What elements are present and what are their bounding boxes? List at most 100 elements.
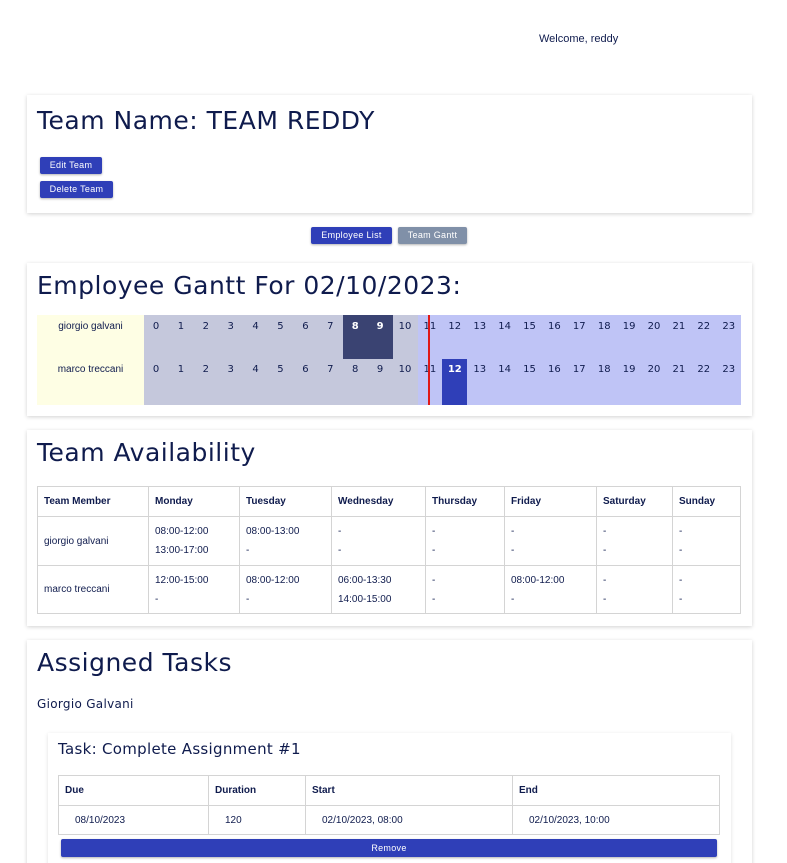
gantt-hour-label: 22 — [697, 364, 711, 375]
gantt-busy-hour-label: 12 — [447, 364, 462, 375]
table-row: giorgio galvani 08:00-12:00 13:00-17:00 0… — [37, 516, 741, 566]
gantt-hour-label: 0 — [152, 364, 160, 375]
welcome-text: Welcome, reddy — [539, 33, 619, 45]
gantt-hour-label: 1 — [177, 364, 185, 375]
gantt-hour-label: 13 — [473, 321, 487, 332]
gantt-hour-label: 13 — [473, 364, 487, 375]
gantt-card: Employee Gantt For 02/10/2023: giorgio g… — [27, 263, 752, 416]
gantt-names-column: giorgio galvani marco treccani — [37, 315, 144, 405]
gantt-hour-label: 12 — [448, 321, 462, 332]
gantt-hour-label: 19 — [622, 321, 636, 332]
gantt-hour-label: 3 — [227, 364, 234, 375]
gantt-hour-label: 17 — [572, 321, 586, 332]
gantt-busy-block: 8 — [342, 315, 368, 359]
slot: - — [432, 526, 436, 537]
gantt-hour-label: 16 — [548, 364, 561, 375]
gantt-hour-label: 3 — [227, 321, 234, 332]
col-duration: Duration — [208, 775, 306, 806]
gantt-hour-label: 5 — [277, 364, 284, 375]
team-gantt-button[interactable]: Team Gantt — [398, 227, 467, 244]
gantt-hour-label: 16 — [548, 321, 561, 332]
task-card: Task: Complete Assignment #1 Due Duratio… — [48, 733, 731, 863]
slot: - — [246, 545, 250, 556]
gantt-hour-label: 22 — [697, 321, 711, 332]
col-sunday: Sunday — [672, 486, 741, 517]
slot: - — [603, 526, 607, 537]
col-due: Due — [58, 775, 209, 806]
gantt-hour-label: 14 — [498, 321, 511, 332]
slot: - — [511, 526, 515, 537]
delete-team-button[interactable]: Delete Team — [40, 181, 113, 198]
task-table: Due Duration Start End 08/10/2023 120 02… — [58, 775, 720, 835]
edit-team-button[interactable]: Edit Team — [40, 157, 102, 174]
slot: 08:00-12:00 — [511, 574, 565, 586]
gantt-hour-label: 21 — [672, 364, 686, 375]
task-due: 08/10/2023 — [58, 805, 209, 835]
gantt-hour-label: 7 — [327, 364, 334, 375]
slot: 06:00-13:30 — [338, 574, 392, 586]
gantt-hour-label: 10 — [398, 321, 412, 332]
gantt-hour-label: 7 — [327, 321, 334, 332]
slot: - — [679, 526, 683, 537]
availability-header-row: Team Member Monday Tuesday Wednesday Thu… — [37, 486, 741, 517]
gantt-hour-label: 20 — [647, 321, 661, 332]
assigned-tasks-title: Assigned Tasks — [37, 648, 232, 677]
availability-card: Team Availability Team Member Monday Tue… — [27, 430, 752, 626]
slot: - — [246, 593, 250, 605]
slot: - — [338, 526, 342, 537]
gantt-hour-label: 14 — [498, 364, 511, 375]
gantt-hour-label: 23 — [722, 321, 736, 332]
gantt-hour-label: 4 — [252, 364, 259, 375]
task-header-row: Due Duration Start End — [58, 775, 720, 806]
col-saturday: Saturday — [596, 486, 673, 517]
col-friday: Friday — [504, 486, 597, 517]
gantt-busy-block: 12 — [442, 359, 468, 405]
employee-list-button[interactable]: Employee List — [311, 227, 392, 244]
gantt-current-time-line — [428, 315, 430, 405]
slot: 08:00-12:00 — [246, 574, 300, 586]
slot: 08:00-13:00 — [246, 526, 300, 537]
slot: 14:00-15:00 — [338, 593, 392, 605]
availability-title: Team Availability — [37, 438, 256, 467]
gantt-hour-label: 6 — [302, 321, 309, 332]
gantt-hour-label: 19 — [622, 364, 636, 375]
remove-task-button[interactable]: Remove — [61, 839, 717, 857]
gantt-timeline: 8901234567101112131415161718192021222312… — [144, 315, 741, 405]
col-monday: Monday — [148, 486, 240, 517]
slot: - — [432, 545, 436, 556]
gantt-hour-label: 4 — [252, 321, 259, 332]
gantt-hour-label: 15 — [523, 364, 536, 375]
gantt-hour-label: 8 — [352, 364, 359, 375]
assigned-tasks-card: Assigned Tasks Giorgio Galvani Task: Com… — [27, 640, 752, 863]
gantt-hour-label: 10 — [398, 364, 412, 375]
gantt-hour-label: 2 — [202, 321, 209, 332]
gantt-chart: giorgio galvani marco treccani 890123456… — [37, 315, 741, 405]
gantt-busy-hour-label: 9 — [376, 321, 384, 332]
col-team-member: Team Member — [37, 486, 149, 517]
slot: 12:00-15:00 — [155, 574, 209, 586]
col-tuesday: Tuesday — [239, 486, 332, 517]
slot: - — [679, 574, 683, 586]
gantt-hour-label: 0 — [152, 321, 160, 332]
gantt-hour-label: 18 — [597, 364, 611, 375]
member-name: marco treccani — [37, 565, 149, 614]
task-duration: 120 — [208, 805, 306, 835]
col-start: Start — [305, 775, 513, 806]
team-title: Team Name: TEAM REDDY — [37, 106, 375, 135]
slot: 08:00-12:00 — [155, 526, 209, 537]
slot: - — [603, 574, 607, 586]
task-end: 02/10/2023, 10:00 — [512, 805, 720, 835]
slot: - — [603, 545, 607, 556]
col-wednesday: Wednesday — [331, 486, 426, 517]
gantt-busy-block: 9 — [367, 315, 393, 359]
employee-name: Giorgio Galvani — [37, 697, 134, 711]
slot: - — [679, 545, 683, 556]
gantt-hour-label: 21 — [672, 321, 686, 332]
gantt-hour-label: 15 — [523, 321, 536, 332]
gantt-hour-label: 2 — [202, 364, 209, 375]
slot: - — [338, 545, 342, 556]
gantt-hour-label: 5 — [277, 321, 284, 332]
slot: - — [155, 593, 159, 605]
gantt-row-name: marco treccani — [57, 364, 124, 375]
gantt-hour-label: 1 — [177, 321, 185, 332]
